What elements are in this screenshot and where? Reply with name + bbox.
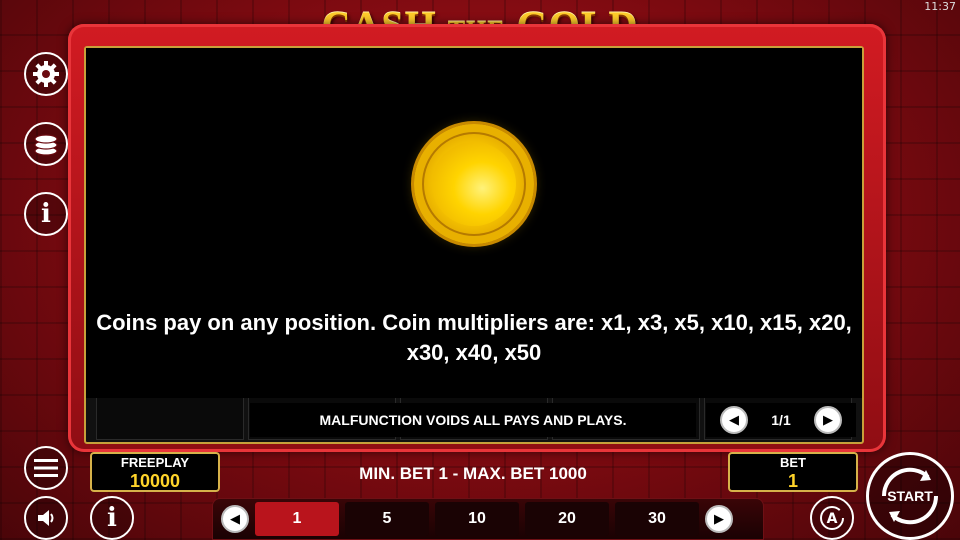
sound-button[interactable] [24,496,68,540]
paytable-description: Coins pay on any position. Coin multipli… [96,310,852,365]
freeplay-label: FREEPLAY [120,455,190,470]
bet-option-20[interactable]: 20 [525,502,609,536]
bet-next-button[interactable]: ▶ [705,505,733,533]
coins-stack-icon [34,134,58,156]
min-max-bet: MIN. BET 1 - MAX. BET 1000 [359,464,587,483]
gear-icon [33,61,59,87]
page-indicator: 1/1 [771,412,791,428]
sound-icon [38,510,54,526]
start-button[interactable]: START [866,452,954,540]
paytable-pager: ◀ 1/1 ▶ [706,403,856,437]
bet-option-1[interactable]: 1 [255,502,339,536]
bet-option-10[interactable]: 10 [435,502,519,536]
menu-icon [34,459,58,477]
freeplay-value: 10000 [129,471,181,491]
chevron-right-icon: ▶ [714,511,724,526]
malfunction-notice: MALFUNCTION VOIDS ALL PAYS AND PLAYS. [250,403,696,437]
reel [96,396,244,440]
chevron-right-icon: ▶ [823,412,833,427]
bet-display: BET 1 [728,452,858,492]
paytable-info-button[interactable]: i [24,192,68,236]
start-label: START [887,488,933,504]
svg-text:A: A [827,511,838,527]
autoplay-icon: A [820,506,844,530]
autoplay-button[interactable]: A [810,496,854,540]
menu-button[interactable] [24,446,68,490]
coin-value-button[interactable] [24,122,68,166]
game-info-button[interactable]: i [90,496,134,540]
info-icon: i [41,199,51,229]
chevron-left-icon: ◀ [230,511,240,526]
bet-selector: ◀ 1 5 10 20 30 ▶ [212,498,764,540]
freeplay-display: FREEPLAY 10000 [90,452,220,492]
bet-label: BET [780,455,806,470]
gold-coin-icon [414,124,534,244]
next-page-button[interactable]: ▶ [814,406,842,434]
info-icon: i [107,503,117,533]
bet-option-30[interactable]: 30 [615,502,699,536]
chevron-left-icon: ◀ [729,412,739,427]
bet-prev-button[interactable]: ◀ [221,505,249,533]
bet-value: 1 [787,471,798,491]
bet-option-5[interactable]: 5 [345,502,429,536]
settings-button[interactable] [24,52,68,96]
prev-page-button[interactable]: ◀ [720,406,748,434]
